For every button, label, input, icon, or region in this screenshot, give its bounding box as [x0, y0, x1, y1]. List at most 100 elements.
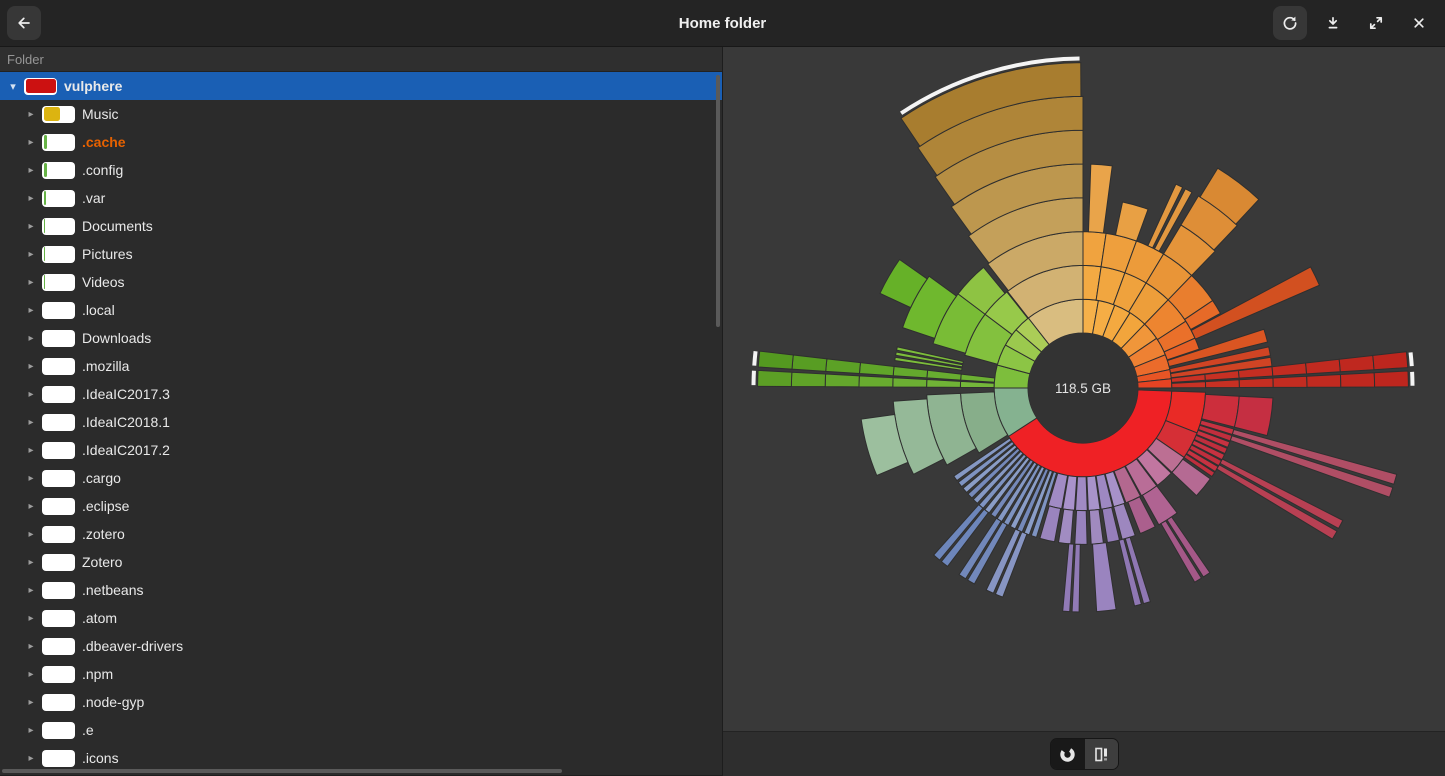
tree-row[interactable]: ▸ Documents [0, 212, 722, 240]
expander-arrow-icon[interactable]: ▸ [24, 753, 38, 764]
expander-arrow-icon[interactable]: ▾ [6, 80, 20, 93]
chart-wedge[interactable] [927, 380, 961, 388]
tree-row[interactable]: ▸.dbeaver-drivers [0, 632, 722, 660]
chart-wedge[interactable] [1339, 356, 1374, 372]
back-button[interactable] [7, 6, 41, 40]
tree-row[interactable]: ▸.node-gyp [0, 688, 722, 716]
tree-row[interactable]: ▸.netbeans [0, 576, 722, 604]
expander-arrow-icon[interactable]: ▸ [24, 585, 38, 596]
tree-row[interactable]: ▸.zotero [0, 520, 722, 548]
folder-name-label: Downloads [82, 330, 151, 346]
chart-wedge[interactable] [792, 355, 827, 371]
chart-wedge[interactable] [1116, 202, 1149, 241]
tree-row[interactable]: ▸.cache [0, 128, 722, 156]
chart-wedge[interactable] [1217, 465, 1337, 539]
tree-row[interactable]: ▸.local [0, 296, 722, 324]
chart-wedge[interactable] [859, 363, 894, 376]
tree-row[interactable]: ▸.config [0, 156, 722, 184]
expander-arrow-icon[interactable]: ▸ [24, 613, 38, 624]
rings-chart-view-button[interactable] [1051, 739, 1084, 769]
chart-wedge[interactable] [1059, 509, 1074, 544]
close-button[interactable] [1402, 6, 1436, 40]
expander-arrow-icon[interactable]: ▸ [24, 557, 38, 568]
expander-arrow-icon[interactable]: ▸ [24, 305, 38, 316]
chart-wedge[interactable] [1307, 375, 1341, 388]
chart-wedge[interactable] [1306, 359, 1341, 374]
tree-row-root[interactable]: ▾vulphere [0, 72, 722, 100]
chart-wedge[interactable] [1232, 430, 1396, 485]
tree-row[interactable]: ▸ .eclipse [0, 492, 722, 520]
expander-arrow-icon[interactable]: ▸ [24, 417, 38, 428]
tree-row[interactable]: ▸.icons [0, 744, 722, 772]
expander-arrow-icon[interactable]: ▸ [24, 193, 38, 204]
chart-wedge[interactable] [1075, 510, 1087, 544]
expander-arrow-icon[interactable]: ▸ [24, 333, 38, 344]
chart-wedge[interactable] [826, 359, 861, 374]
tree-row[interactable]: ▸.IdeaIC2017.2 [0, 436, 722, 464]
usage-bar [42, 610, 75, 627]
expander-arrow-icon[interactable]: ▸ [24, 501, 38, 512]
chart-wedge[interactable] [1374, 371, 1408, 387]
expander-arrow-icon[interactable]: ▸ [24, 165, 38, 176]
chart-wedge[interactable] [893, 378, 927, 387]
chart-wedge[interactable] [791, 372, 825, 386]
horizontal-scrollbar[interactable] [2, 769, 562, 773]
chart-wedge[interactable] [961, 374, 995, 382]
expander-arrow-icon[interactable]: ▸ [24, 137, 38, 148]
chart-wedge[interactable] [1088, 164, 1112, 233]
chart-wedge[interactable] [758, 351, 793, 369]
tree-row[interactable]: ▸Pictures [0, 240, 722, 268]
tree-row[interactable]: ▸ Downloads [0, 324, 722, 352]
chart-wedge[interactable] [1239, 378, 1273, 387]
folder-name-label: Documents [82, 218, 153, 234]
minimize-button[interactable] [1316, 6, 1350, 40]
tree-row[interactable]: ▸Zotero [0, 548, 722, 576]
tree-row[interactable]: ▸.atom [0, 604, 722, 632]
chart-wedge[interactable] [1234, 396, 1273, 435]
chart-wedge[interactable] [1273, 376, 1307, 387]
tree-row[interactable]: ▸.mozilla [0, 352, 722, 380]
expander-arrow-icon[interactable]: ▸ [24, 249, 38, 260]
expander-arrow-icon[interactable]: ▸ [24, 361, 38, 372]
tree-row[interactable]: ▸.IdeaIC2018.1 [0, 408, 722, 436]
chart-wedge[interactable] [825, 374, 859, 387]
chart-wedge[interactable] [1089, 510, 1103, 545]
chart-wedge[interactable] [758, 370, 792, 386]
maximize-button[interactable] [1359, 6, 1393, 40]
expander-arrow-icon[interactable]: ▸ [24, 697, 38, 708]
usage-bar-fill [26, 79, 56, 93]
expander-arrow-icon[interactable]: ▸ [24, 389, 38, 400]
expander-arrow-icon[interactable]: ▸ [24, 725, 38, 736]
chart-wedge[interactable] [859, 376, 893, 387]
expander-arrow-icon[interactable]: ▸ [24, 221, 38, 232]
expander-arrow-icon[interactable]: ▸ [24, 669, 38, 680]
tree-row[interactable]: ▸Music [0, 100, 722, 128]
tree-row[interactable]: ▸.var [0, 184, 722, 212]
tree-row[interactable]: ▸.npm [0, 660, 722, 688]
chart-wedge[interactable] [1373, 352, 1408, 370]
folder-name-label: .cargo [82, 470, 121, 486]
expander-arrow-icon[interactable]: ▸ [24, 641, 38, 652]
chart-wedge[interactable] [1205, 380, 1239, 388]
expander-arrow-icon[interactable]: ▸ [24, 473, 38, 484]
expander-arrow-icon[interactable]: ▸ [24, 109, 38, 120]
chart-wedge[interactable] [927, 370, 961, 380]
tree-row[interactable]: ▸ .cargo [0, 464, 722, 492]
rescan-button[interactable] [1273, 6, 1307, 40]
expander-arrow-icon[interactable]: ▸ [24, 277, 38, 288]
chart-wedge[interactable] [1093, 543, 1117, 612]
tree-row[interactable]: ▸Videos [0, 268, 722, 296]
tree-row[interactable]: ▸.IdeaIC2017.3 [0, 380, 722, 408]
folder-name-label: .eclipse [82, 498, 129, 514]
tree-row[interactable]: ▸.e [0, 716, 722, 744]
window-title: Home folder [0, 15, 1445, 32]
chart-wedge[interactable] [1272, 363, 1307, 376]
expander-arrow-icon[interactable]: ▸ [24, 529, 38, 540]
treemap-view-button[interactable] [1084, 739, 1118, 769]
maximize-icon [1368, 15, 1384, 31]
chart-wedge[interactable] [893, 366, 927, 377]
expander-arrow-icon[interactable]: ▸ [24, 445, 38, 456]
vertical-scrollbar[interactable] [716, 75, 720, 327]
chart-wedge[interactable] [1076, 477, 1088, 511]
chart-wedge[interactable] [1340, 373, 1374, 387]
